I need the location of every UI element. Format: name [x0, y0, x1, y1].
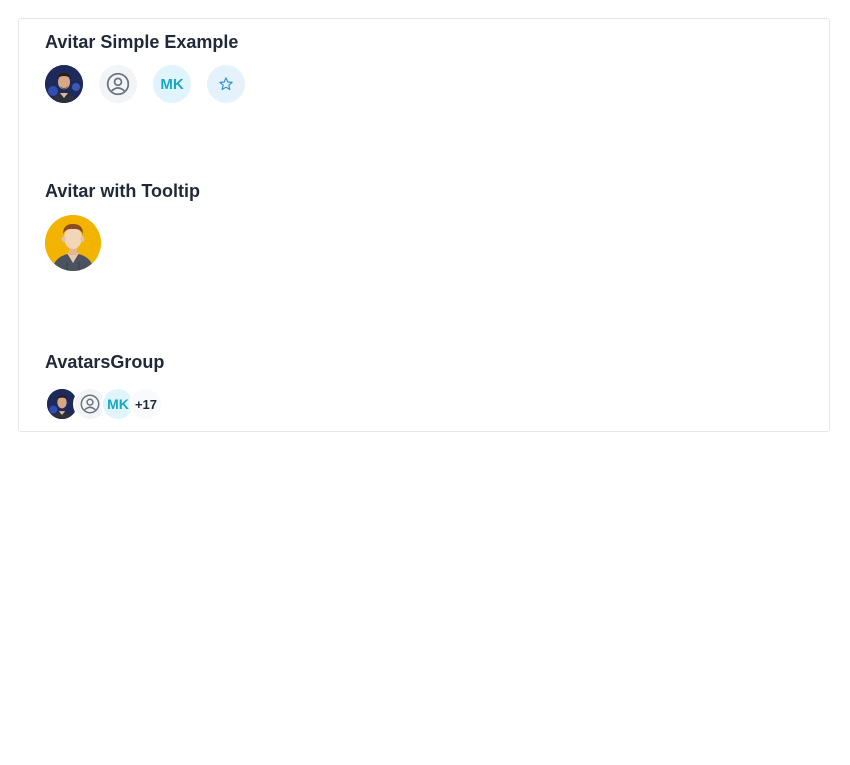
star-icon — [219, 77, 233, 91]
more-count-text: +17 — [134, 396, 158, 412]
avatar-initials[interactable]: MK — [153, 65, 191, 103]
avatar-placeholder[interactable] — [99, 65, 137, 103]
avatar-photo[interactable] — [45, 65, 83, 103]
user-cartoon-icon — [45, 215, 101, 271]
avatar-star[interactable] — [207, 65, 245, 103]
user-circle-icon — [106, 72, 130, 96]
user-circle-icon — [80, 394, 100, 414]
section-title-tooltip: Avitar with Tooltip — [45, 181, 200, 201]
avatars-group: MK +17 — [45, 386, 175, 422]
user-photo-icon — [45, 65, 83, 103]
avatar-with-tooltip[interactable] — [45, 215, 101, 271]
avatar-demo-card: Avitar Simple Example MK Avitar with Too… — [18, 18, 830, 432]
group-avatar-more-count[interactable]: +17 — [129, 387, 163, 421]
section-title-group: AvatarsGroup — [45, 352, 165, 372]
avatar-initials-text: MK — [160, 75, 184, 93]
group-avatar-initials-text: MK — [107, 396, 129, 412]
section-title-simple: Avitar Simple Example — [45, 32, 239, 52]
